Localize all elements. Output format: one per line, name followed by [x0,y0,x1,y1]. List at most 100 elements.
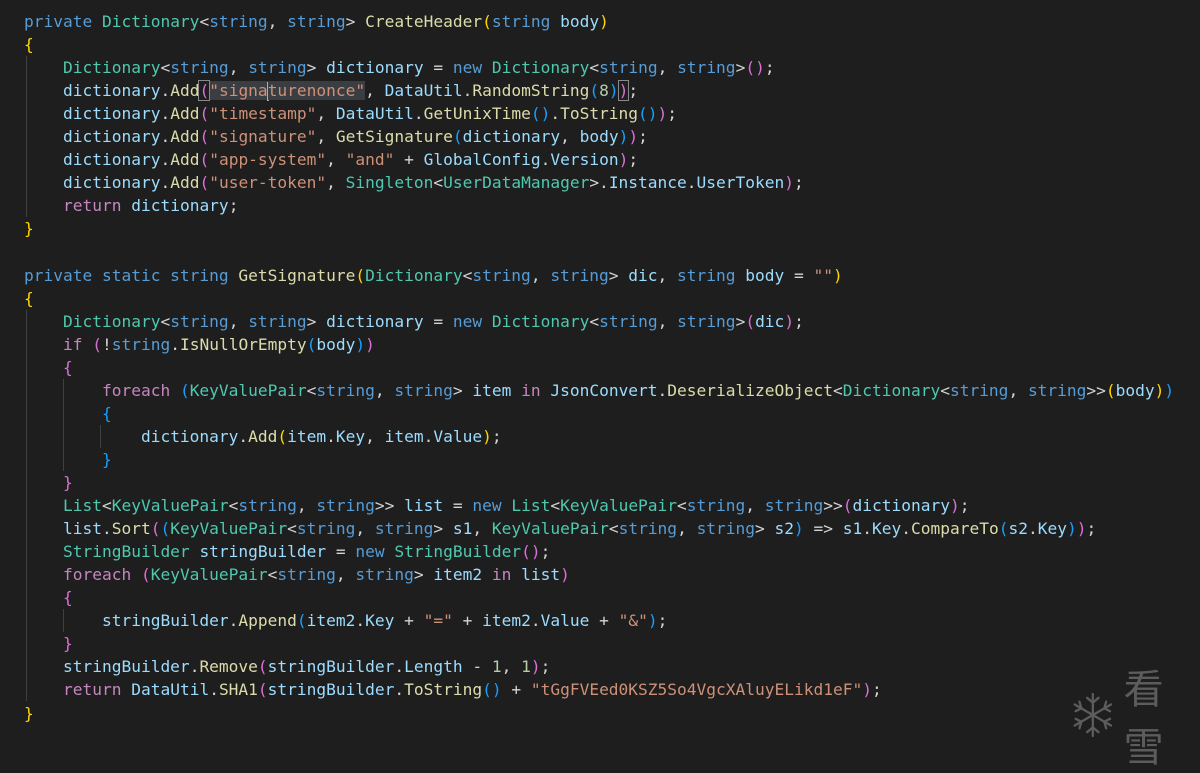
code-line[interactable]: { [24,287,34,310]
code-token: ) [833,265,843,285]
code-token: ( [296,611,307,631]
code-line[interactable]: dictionary.Add("app-system", "and" + Glo… [24,148,638,171]
code-token: ; [491,426,502,446]
code-token: string [287,12,346,31]
code-token: ; [628,81,639,101]
code-line[interactable]: Dictionary<string, string> dictionary = … [24,310,804,333]
code-token: < [306,380,317,400]
code-token: - [462,657,492,677]
code-line[interactable]: { [24,402,112,425]
code-token: > [755,519,775,539]
code-token: s2 [774,519,795,539]
code-token: Remove [199,657,258,677]
code-token: item [472,380,522,400]
code-token: ) [540,104,551,124]
code-line[interactable]: dictionary.Add(item.Key, item.Value); [24,425,502,448]
code-line[interactable]: } [24,448,112,471]
code-token: "app-system" [209,150,327,170]
code-token: < [940,380,950,400]
code-token: ; [228,196,239,216]
code-token: list [404,496,444,516]
code-token: string [599,58,658,78]
code-token: . [540,150,551,170]
code-token: , [657,265,678,285]
code-line[interactable]: StringBuilder stringBuilder = new String… [24,540,550,563]
code-token: string [472,265,531,285]
code-token: < [550,496,561,516]
code-token: StringBuilder [394,542,522,562]
code-token: < [589,311,600,331]
code-line[interactable]: } [24,217,34,240]
code-token: ; [1086,519,1097,539]
code-token: ) [355,334,366,354]
code-token: , [355,519,375,539]
code-token: dictionary [62,104,161,124]
code-token: < [101,496,112,516]
code-line[interactable]: { [24,33,34,56]
code-line[interactable]: { [24,356,73,379]
code-token: ) [608,81,619,101]
code-token: ) [949,496,960,516]
code-line[interactable]: } [24,702,34,725]
code-line[interactable]: dictionary.Add("signaturenonce", DataUti… [24,79,638,102]
code-token: ; [871,680,882,700]
code-token: < [589,58,600,78]
code-line[interactable]: stringBuilder.Remove(stringBuilder.Lengt… [24,655,550,678]
code-line[interactable]: foreach (KeyValuePair<string, string> it… [24,563,570,586]
code-token: string [316,380,375,400]
code-token: . [209,680,219,700]
code-token: , [326,150,346,170]
code-token: , [296,496,317,516]
code-token: + [394,611,424,631]
code-line[interactable]: foreach (KeyValuePair<string, string> it… [24,379,1174,402]
code-token: ( [277,426,288,446]
code-token: RandomString [472,81,590,101]
code-token: > [306,311,327,331]
code-token: , [657,58,678,78]
code-line[interactable]: return DataUtil.SHA1(stringBuilder.ToStr… [24,678,882,701]
code-token: in [491,565,522,585]
code-token: ; [628,150,639,170]
code-token: "tGgFVEed0KSZ5So4VgcXAluyELikd1eF" [530,680,863,700]
code-line[interactable]: if (!string.IsNullOrEmpty(body)) [24,333,375,356]
code-line[interactable]: } [24,632,73,655]
code-token: new [452,58,492,78]
code-line[interactable]: } [24,471,73,494]
code-line[interactable]: private static string GetSignature(Dicti… [24,264,843,287]
code-editor[interactable]: private Dictionary<string, string> Creat… [0,0,1200,745]
code-token: Dictionary [491,311,590,331]
code-token: . [189,657,200,677]
code-token: foreach [62,565,141,585]
code-token: { [101,403,112,423]
code-token: stringBuilder [267,680,395,700]
code-line[interactable]: dictionary.Add("signature", GetSignature… [24,125,648,148]
code-line[interactable]: stringBuilder.Append(item2.Key + "=" + i… [24,609,667,632]
code-token: ) [599,12,609,31]
code-token: < [228,496,239,516]
code-line[interactable]: private Dictionary<string, string> Creat… [24,10,609,33]
code-token: item [287,426,327,446]
code-token: ) [482,426,492,446]
code-token: JsonConvert [550,380,658,400]
code-line[interactable]: list.Sort((KeyValuePair<string, string> … [24,517,1096,540]
code-token: => [803,519,843,539]
code-line[interactable]: dictionary.Add("user-token", Singleton<U… [24,171,804,194]
code-token: body [560,12,600,31]
code-token: IsNullOrEmpty [179,334,307,354]
code-token: turenonce" [267,81,366,101]
code-token: } [62,634,73,654]
code-line[interactable]: { [24,586,73,609]
code-token: return [62,196,132,216]
code-line[interactable]: return dictionary; [24,194,238,217]
code-token: . [686,173,697,193]
code-line[interactable]: List<KeyValuePair<string, string>> list … [24,494,970,517]
code-token: , [267,12,288,31]
code-line[interactable]: dictionary.Add("timestamp", DataUtil.Get… [24,102,677,125]
code-token: ( [92,334,102,354]
code-line[interactable]: Dictionary<string, string> dictionary = … [24,56,775,79]
code-token: if [62,334,93,354]
code-token: ; [638,127,648,147]
code-token: Dictionary [491,58,590,78]
code-token: ( [482,12,492,31]
code-token: ) [530,542,541,562]
